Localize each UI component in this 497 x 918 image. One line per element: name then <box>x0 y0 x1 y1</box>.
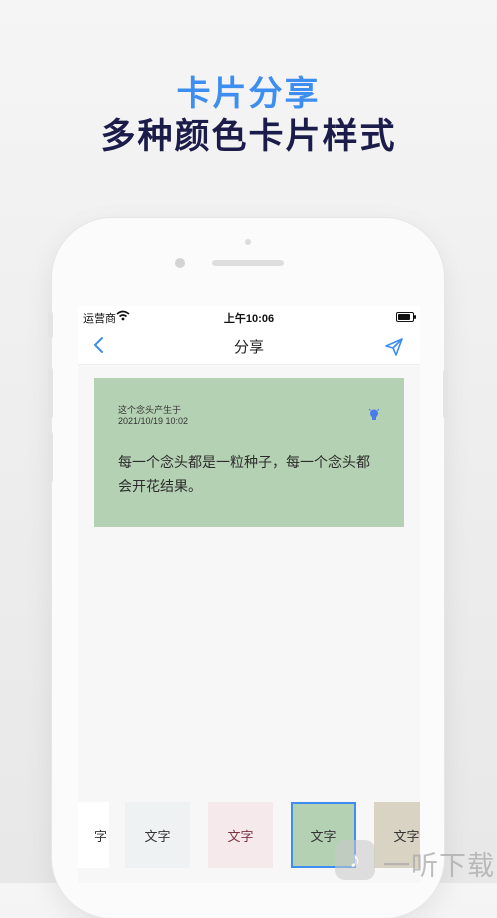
phone-sensor <box>245 239 251 245</box>
nav-bar: 分享 <box>78 328 420 365</box>
watermark-text: 一听下载 <box>383 851 495 881</box>
phone-volume-down <box>48 432 53 482</box>
status-bar: 运营商 上午10:06 <box>78 306 420 328</box>
swatch-pink[interactable]: 文字 <box>208 802 273 868</box>
swatch-label: 文字 <box>227 828 254 844</box>
promo-subtitle: 多种颜色卡片样式 <box>100 117 397 156</box>
swatch-light-gray[interactable]: 文字 <box>125 802 190 868</box>
phone-volume-up <box>48 368 53 418</box>
share-card: 这个念头产生于 2021/10/19 10:02 每一个念头都是一粒种子，每一个… <box>94 378 404 527</box>
battery-icon <box>396 312 416 322</box>
swatch-label: 文字 <box>310 828 337 844</box>
phone-power-button <box>443 370 448 418</box>
card-thought-text: 每一个念头都是一粒种子，每一个念头都会开花结果。 <box>118 454 370 494</box>
phone-speaker <box>212 260 284 266</box>
status-time: 上午10:06 <box>223 313 275 325</box>
card-date: 2021/10/19 10:02 <box>118 416 189 426</box>
card-origin-label: 这个念头产生于 <box>118 405 182 415</box>
nav-title: 分享 <box>233 339 264 356</box>
swatch-label: 文字 <box>144 828 171 844</box>
watermark-logo-icon: ♪ <box>335 840 375 880</box>
phone-mute-switch <box>48 312 53 338</box>
swatch-white[interactable]: 字 <box>78 802 109 868</box>
phone-camera <box>175 258 185 268</box>
app-screen: 运营商 上午10:06 分享 这个念头产生于 2021/10/19 10:02 … <box>78 306 420 883</box>
lightbulb-icon <box>368 408 380 420</box>
swatch-label: 字 <box>93 828 107 844</box>
paper-plane-icon[interactable] <box>384 337 404 357</box>
watermark: ♪ 一听下载 <box>335 838 497 883</box>
